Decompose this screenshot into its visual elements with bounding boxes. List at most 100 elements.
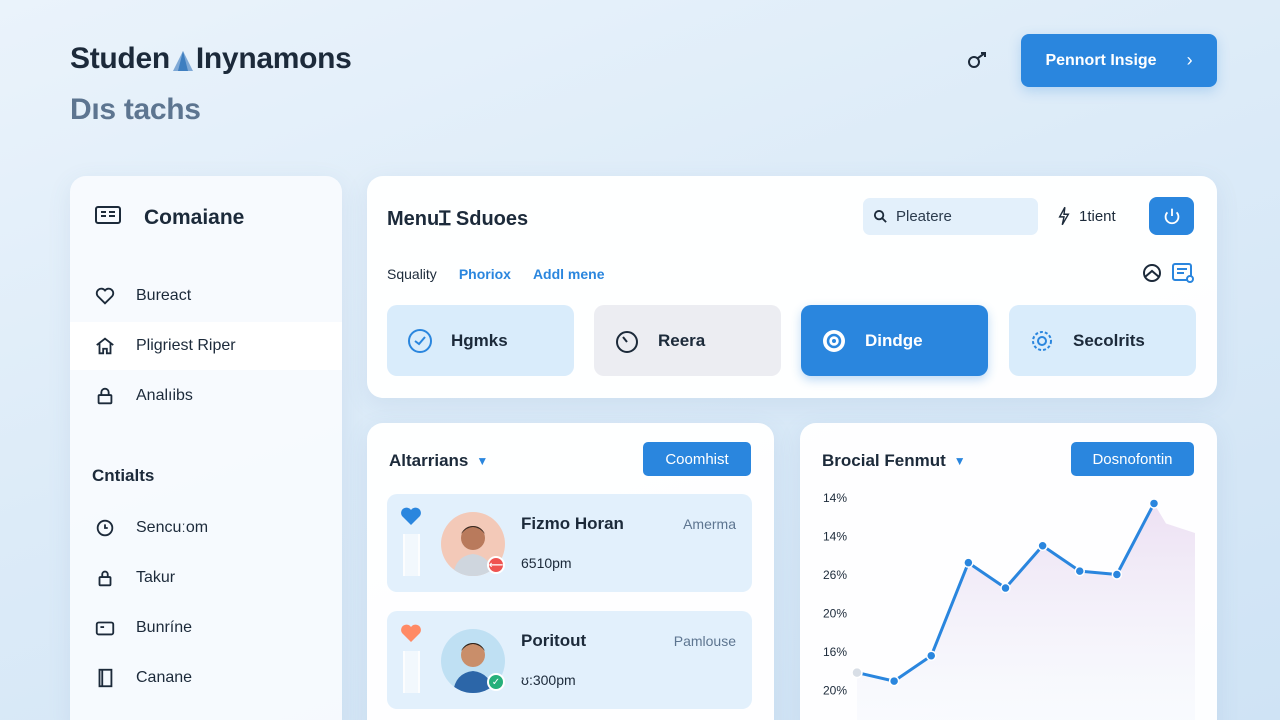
y-tick-label: 20% [823,607,847,621]
sidebar-item-bureact[interactable]: Bureact [70,272,342,320]
power-icon [1164,208,1179,225]
chart-area [857,503,1195,720]
app-subtitle: Dıs tachs [70,93,201,126]
sidebar-item-takur[interactable]: Takur [70,554,342,602]
app-title: Studen Inynamons [70,42,352,76]
sidebar: Comaiane Bureact Pligriest Riper Analıib… [70,176,342,720]
lock-icon [98,570,112,587]
heart-icon[interactable] [399,623,423,643]
chart-point[interactable] [1000,582,1011,594]
triangle-logo-icon [171,47,195,71]
list-item[interactable]: ✓ Poritout ʊ:300pm Pamlouse [387,611,752,709]
chart-point[interactable] [1148,498,1160,509]
tile-hgmks[interactable]: Hgmks [387,305,574,376]
sidebar-item-label: Sencuːom [136,519,209,536]
sidebar-header: Comaiane [94,204,244,231]
row-handle[interactable] [403,651,420,693]
tile-secolrits[interactable]: Secolrits [1009,305,1196,376]
sidebar-item-label: Pligriest Riper [136,337,236,354]
chart-point[interactable] [1111,569,1123,580]
list-card-button[interactable]: Coomhist [643,442,751,476]
y-tick-label: 16% [823,645,847,659]
menu-card: MenuꞮ Sduoes 1tient Squality Phoriox Add… [367,176,1217,398]
y-tick-label: 14% [823,491,847,505]
dashboard-icon [94,204,122,231]
chart-card: Brocial Fenmut ▼ Dosnofontin 14% 14% 26% 20… [800,423,1217,720]
home-icon [96,337,114,355]
list-item[interactable]: ⟵ Fizmo Horan 6510pm Amerma [387,494,752,592]
sidebar-item-label: Canane [136,669,193,686]
chart-point[interactable] [851,666,863,679]
chart-point[interactable] [963,557,974,568]
power-button[interactable] [1149,197,1194,235]
list-card-title[interactable]: Altarrians ▼ [389,451,488,471]
sidebar-item-label: Bunríne [136,619,193,636]
shield-icon [1032,330,1052,351]
sidebar-item-label: Takur [136,569,176,586]
row-name: Fizmo Horan [521,514,624,533]
tile-label: Reera [658,330,706,350]
chart-point[interactable] [1037,540,1048,551]
lightning-icon [1058,206,1070,226]
timer-icon [616,330,638,353]
sidebar-item-label: Analıibs [136,387,193,404]
chart-point[interactable] [926,650,937,661]
row-time: ʊ:300pm [521,672,576,688]
sidebar-title: Comaiane [144,205,245,229]
tab-addl-mene[interactable]: Addl mene [533,266,605,282]
row-name: Poritout [521,631,587,650]
search-input[interactable] [896,208,1026,225]
sidebar-item-sencuom[interactable]: Sencuːom [70,504,342,552]
tile-label: Secolrits [1073,330,1145,350]
filter-label: 1tient [1079,207,1116,225]
sidebar-item-analibs[interactable]: Analıibs [70,372,342,420]
sidebar-item-label: Bureact [136,287,192,304]
chart-point[interactable] [1074,565,1085,577]
sidebar-section-title: Cntialts [92,466,155,485]
sidebar-item-pligriest-riper[interactable]: Pligriest Riper [70,322,342,370]
status-badge: ⟵ [487,556,505,574]
gender-symbol-icon[interactable] [966,50,990,70]
tile-label: Hgmks [451,330,508,350]
line-chart: 14% 14% 26% 20% 16% 20% [823,491,1195,720]
list-card-title-text: Altarrians [389,451,469,470]
app-title-part1: Studen [70,42,170,75]
tab-phoriox[interactable]: Phoriox [459,266,511,282]
document-icon [98,668,113,688]
eye-icon[interactable] [1141,262,1163,284]
clock-icon [96,519,114,537]
status-badge: ✓ [487,673,505,691]
heart-icon [95,287,115,305]
primary-action-label: Pennort Insige [1045,51,1157,69]
report-icon[interactable] [1171,262,1195,284]
search-box[interactable] [863,198,1038,235]
tab-squality[interactable]: Squality [387,266,437,282]
row-time: 6510pm [521,555,572,571]
app-title-part2: Inynamons [195,42,352,75]
list-card: Altarrians ▼ Coomhist ⟵ Fizmo Horan 6510… [367,423,774,720]
filter-control[interactable]: 1tient [1057,206,1116,226]
clock-icon [408,328,432,353]
target-icon [823,329,845,352]
sidebar-item-bunrine[interactable]: Bunríne [70,604,342,652]
row-tag: Amerma [683,516,736,532]
y-tick-label: 14% [823,530,847,544]
row-handle[interactable] [403,534,420,576]
chart-point[interactable] [888,675,900,687]
tile-label: Dindge [865,330,923,350]
tile-reera[interactable]: Reera [594,305,781,376]
row-tag: Pamlouse [673,633,736,649]
tile-dindge[interactable]: Dindge [801,305,988,376]
y-tick-label: 20% [823,684,847,698]
sidebar-item-canane[interactable]: Canane [70,654,342,702]
heart-icon[interactable] [399,506,423,526]
primary-action-button[interactable]: Pennort Insige › [1021,34,1217,87]
tab-bar: Squality Phoriox Addl mene [387,266,627,282]
card-icon [95,621,115,636]
chevron-right-icon: › [1186,50,1193,70]
search-icon [873,209,887,223]
y-tick-label: 26% [823,568,847,582]
chevron-down-icon: ▼ [476,454,489,468]
card-tool-icons [1141,262,1195,284]
lock-icon [97,387,113,405]
